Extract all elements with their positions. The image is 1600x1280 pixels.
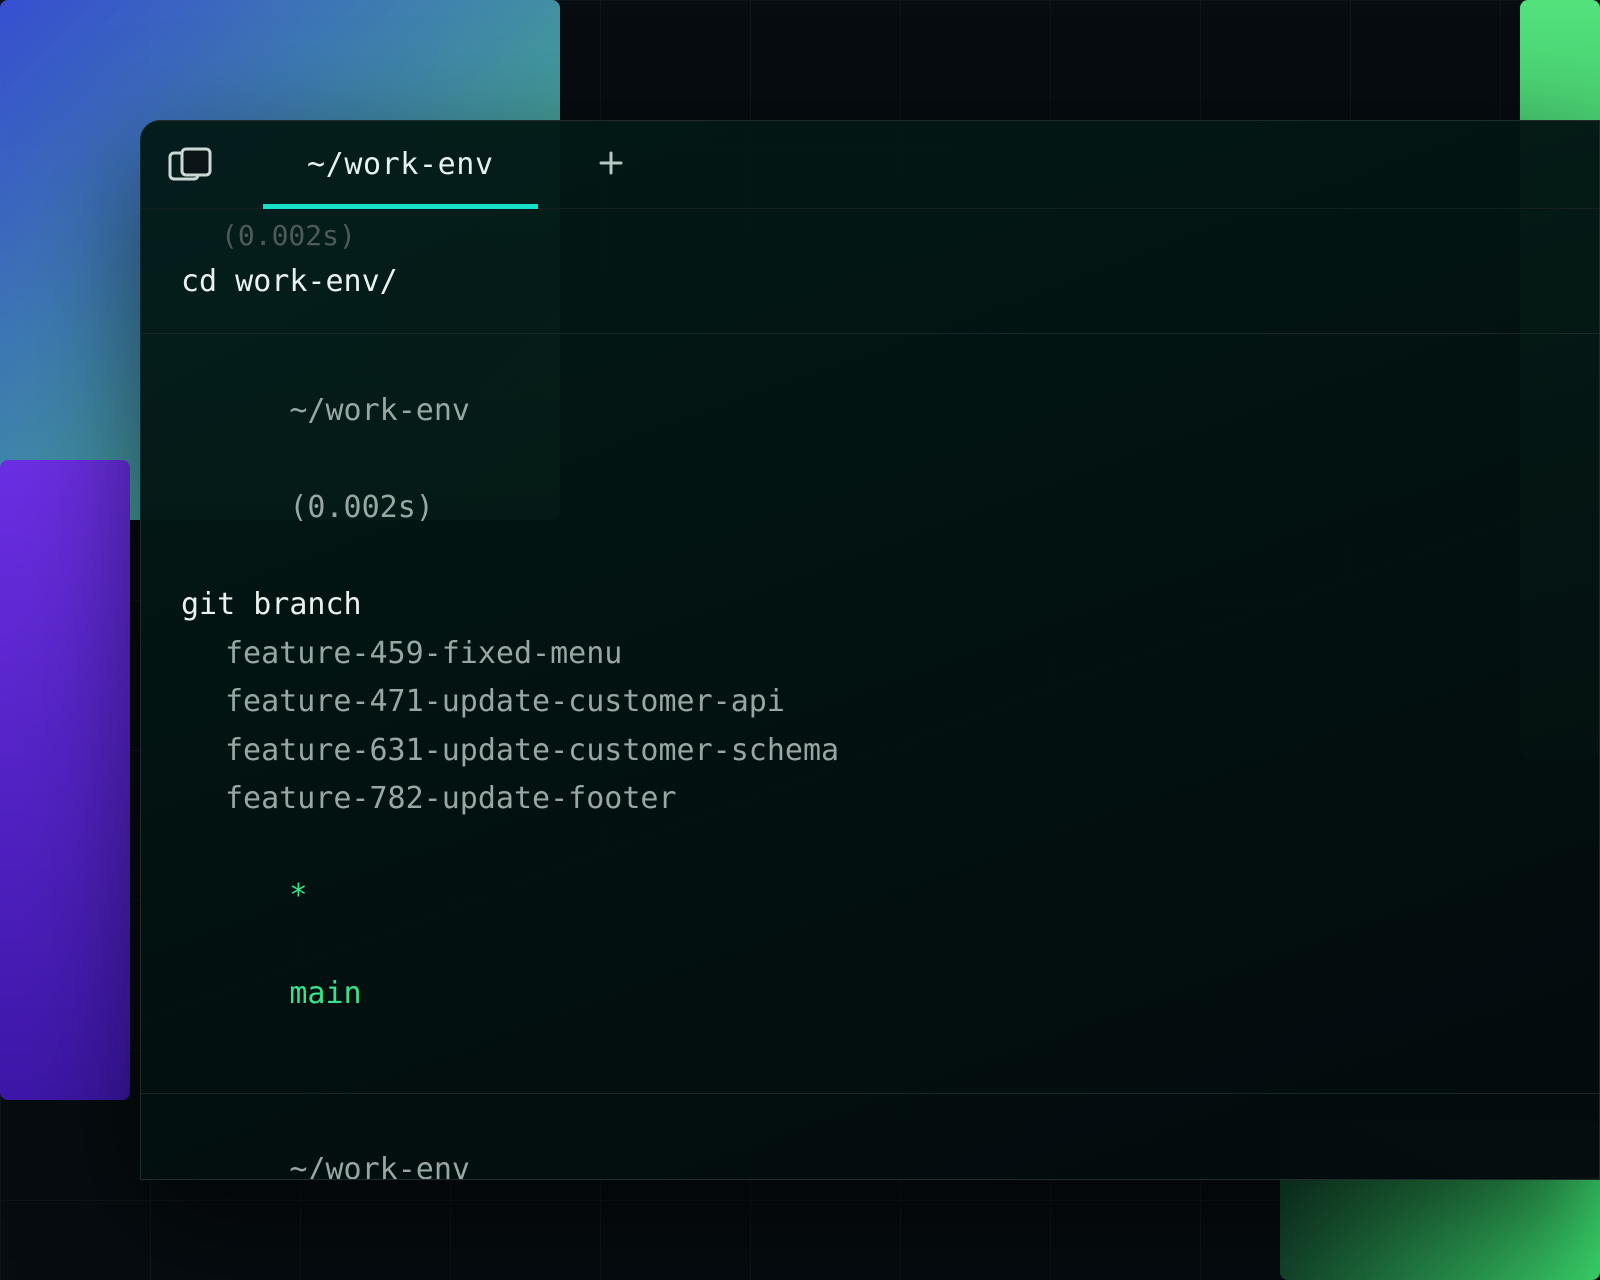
command-line: cd work-env/	[181, 258, 1559, 307]
terminal-block[interactable]: ~/work-env git:(main) git branch -D feat…	[141, 1093, 1599, 1180]
branch-item: feature-471-update-customer-api	[181, 678, 1559, 727]
current-branch: main	[289, 976, 361, 1011]
bg-blob	[0, 460, 130, 1100]
terminal-window: ~/work-env (0.002s) cd work-env/ ~/work-…	[140, 120, 1600, 1180]
prompt-path: ~/work-env	[289, 393, 470, 428]
command-line: git branch	[181, 581, 1559, 630]
branch-item: feature-782-update-footer	[181, 775, 1559, 824]
tab-active[interactable]: ~/work-env	[263, 121, 538, 209]
terminal-block[interactable]: (0.002s) cd work-env/	[141, 209, 1599, 333]
branch-item: feature-631-update-customer-schema	[181, 727, 1559, 776]
new-tab-button[interactable]	[588, 145, 634, 185]
prompt-line: ~/work-env git:(main)	[181, 1098, 1559, 1180]
current-branch-line: * main	[181, 824, 1559, 1067]
prompt-path: ~/work-env	[289, 1152, 470, 1180]
panes-icon[interactable]	[167, 146, 213, 184]
prompt-timing: (0.002s)	[289, 490, 434, 525]
current-branch-marker: *	[289, 878, 307, 913]
branch-item: feature-459-fixed-menu	[181, 630, 1559, 679]
titlebar: ~/work-env	[141, 121, 1599, 209]
terminal-block[interactable]: ~/work-env (0.002s) git branch feature-4…	[141, 333, 1599, 1093]
prev-output-fragment: (0.002s)	[181, 213, 1559, 258]
tab-label: ~/work-env	[307, 147, 494, 182]
prompt-line: ~/work-env (0.002s)	[181, 338, 1559, 581]
